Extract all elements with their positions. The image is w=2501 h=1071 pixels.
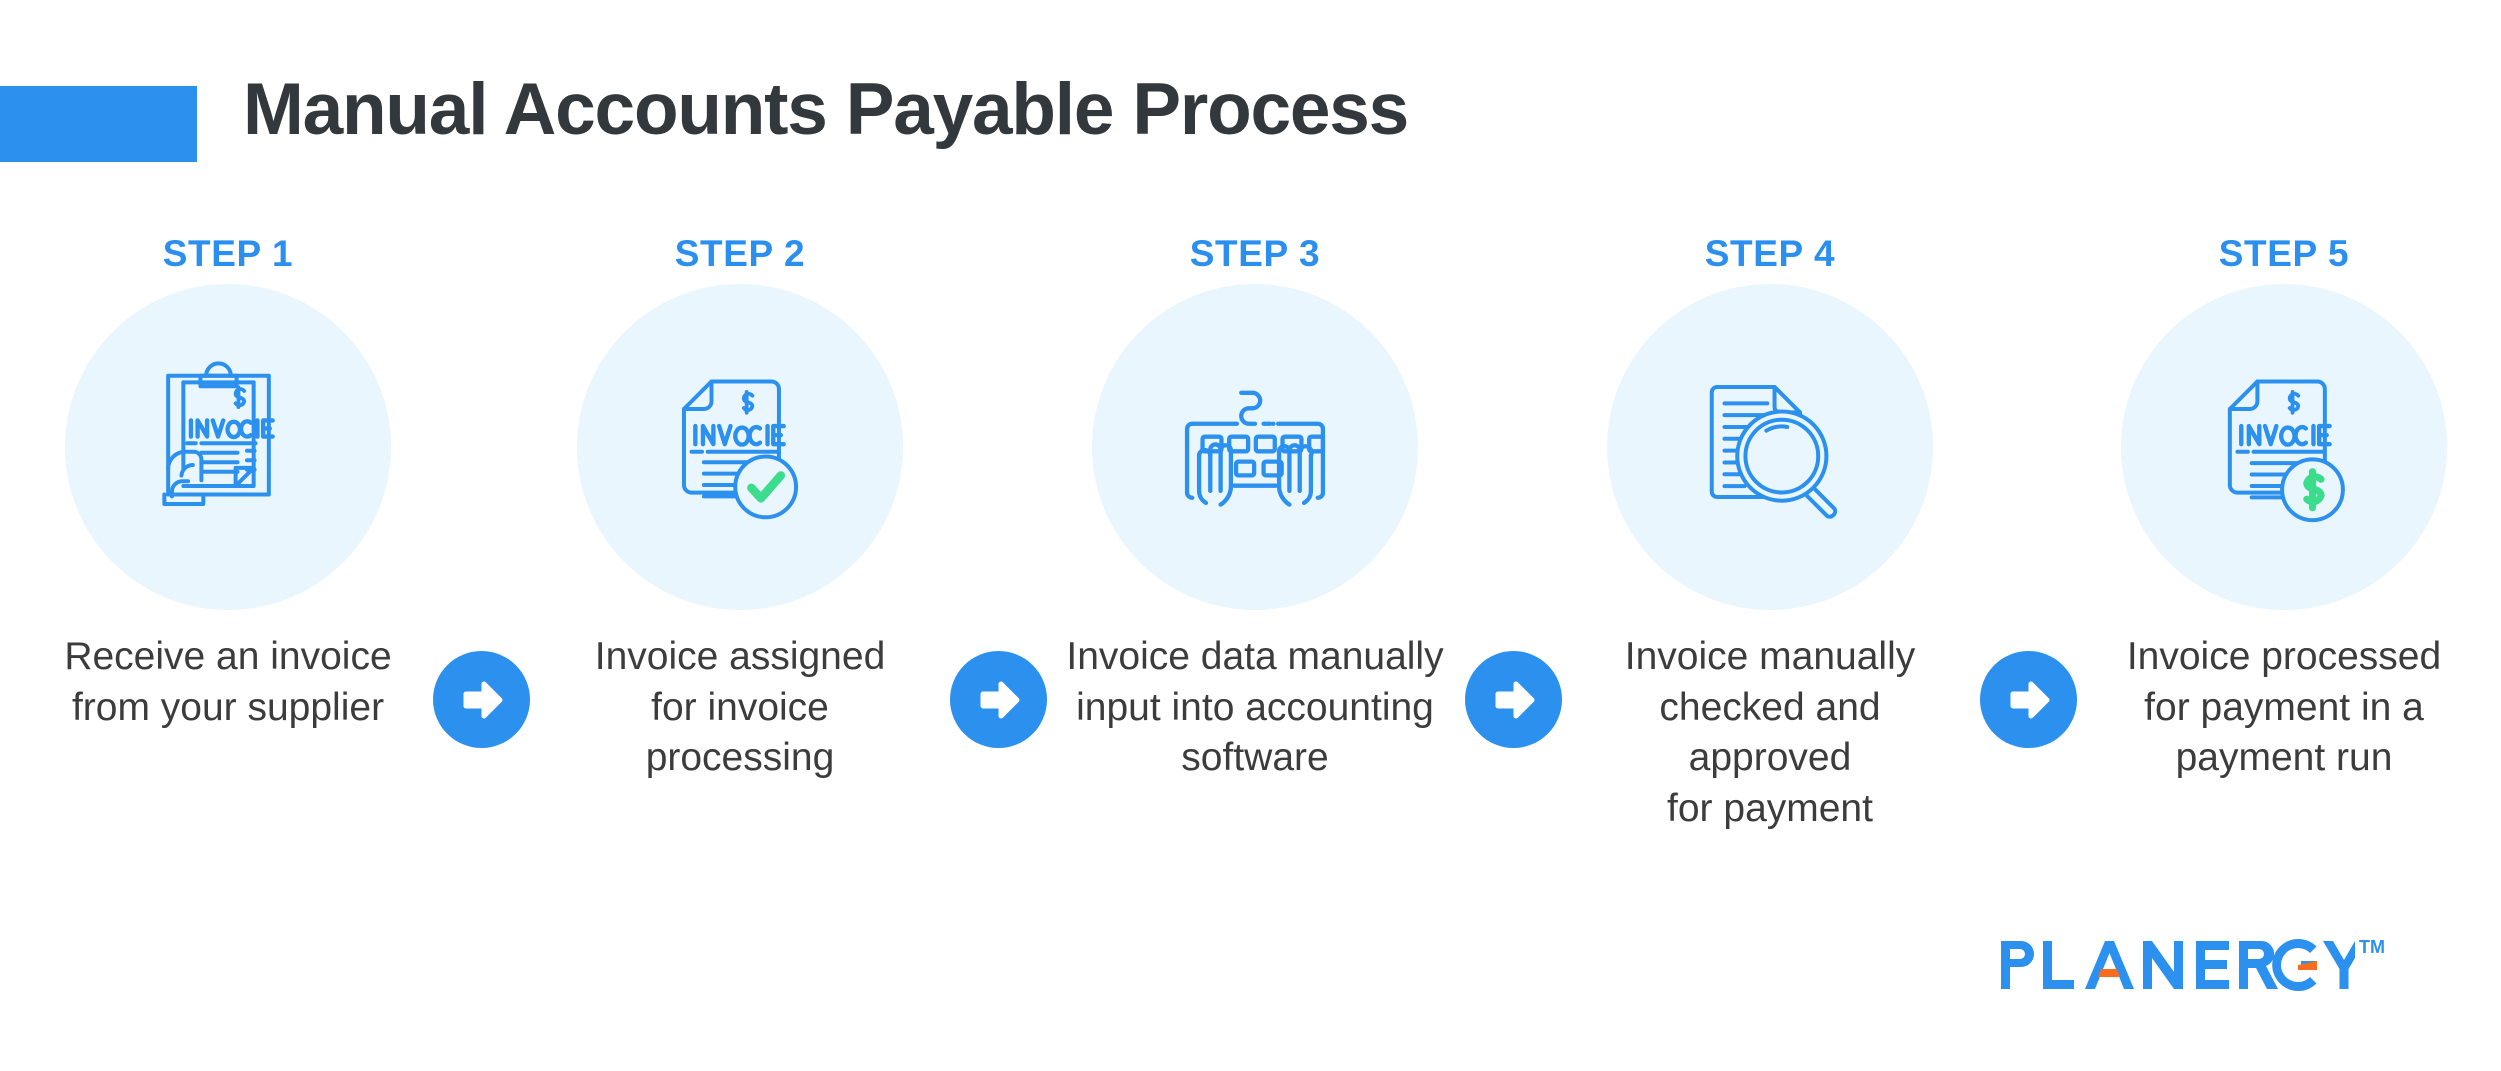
document-magnifier-review-icon bbox=[1679, 356, 1861, 538]
step-2: STEP 2 Invoice assigned for invoice proc… bbox=[510, 230, 970, 784]
arrow-right-icon bbox=[456, 674, 508, 726]
step-1-caption: Receive an invoice from your supplier bbox=[64, 635, 392, 729]
step-1: STEP 1 Receive an invoice from your supp… bbox=[0, 230, 458, 733]
step-1-label: STEP 1 bbox=[162, 232, 294, 274]
step-3-caption: Invoice data manually input into account… bbox=[1066, 635, 1444, 780]
arrow-connector-2 bbox=[950, 651, 1047, 748]
invoice-dollar-coin-icon bbox=[2189, 352, 2379, 542]
page-title: Manual Accounts Payable Process bbox=[243, 69, 1409, 150]
step-5-caption: Invoice processed for payment in a payme… bbox=[2126, 635, 2442, 780]
step-3: STEP 3 Invoice data manually input into … bbox=[1025, 230, 1485, 784]
arrow-right-icon bbox=[1488, 674, 1540, 726]
step-4: STEP 4 Invoice manually checked and appr… bbox=[1540, 230, 2000, 835]
step-4-icon-circle bbox=[1607, 284, 1933, 610]
step-2-caption: Invoice assigned for invoice processing bbox=[594, 635, 886, 780]
step-1-icon-circle bbox=[65, 284, 391, 610]
invoice-clipboard-in-hand-icon bbox=[133, 352, 323, 542]
arrow-connector-4 bbox=[1980, 651, 2077, 748]
step-4-label: STEP 4 bbox=[1704, 232, 1836, 274]
arrow-right-icon bbox=[2003, 674, 2055, 726]
invoice-approved-check-icon bbox=[645, 352, 835, 542]
step-3-icon-circle bbox=[1092, 284, 1418, 610]
planergy-wordmark-icon bbox=[1995, 935, 2355, 995]
step-5: STEP 5 Invoice processed for payment in … bbox=[2054, 230, 2501, 784]
planergy-logo[interactable]: TM bbox=[1995, 935, 2385, 995]
step-2-icon-circle bbox=[577, 284, 903, 610]
arrow-connector-3 bbox=[1465, 651, 1562, 748]
trademark-symbol: TM bbox=[2359, 937, 2385, 957]
title-accent-bar bbox=[0, 86, 197, 162]
step-5-label: STEP 5 bbox=[2218, 232, 2350, 274]
arrow-right-icon bbox=[973, 674, 1025, 726]
step-3-label: STEP 3 bbox=[1189, 232, 1321, 274]
step-5-icon-circle bbox=[2121, 284, 2447, 610]
step-4-caption: Invoice manually checked and approved fo… bbox=[1624, 635, 1916, 831]
infographic-canvas: Manual Accounts Payable Process STEP 1 R… bbox=[0, 0, 2501, 1071]
step-2-label: STEP 2 bbox=[674, 232, 806, 274]
keyboard-typing-hands-icon bbox=[1169, 361, 1341, 533]
arrow-connector-1 bbox=[433, 651, 530, 748]
steps-row: STEP 1 Receive an invoice from your supp… bbox=[0, 230, 2501, 830]
